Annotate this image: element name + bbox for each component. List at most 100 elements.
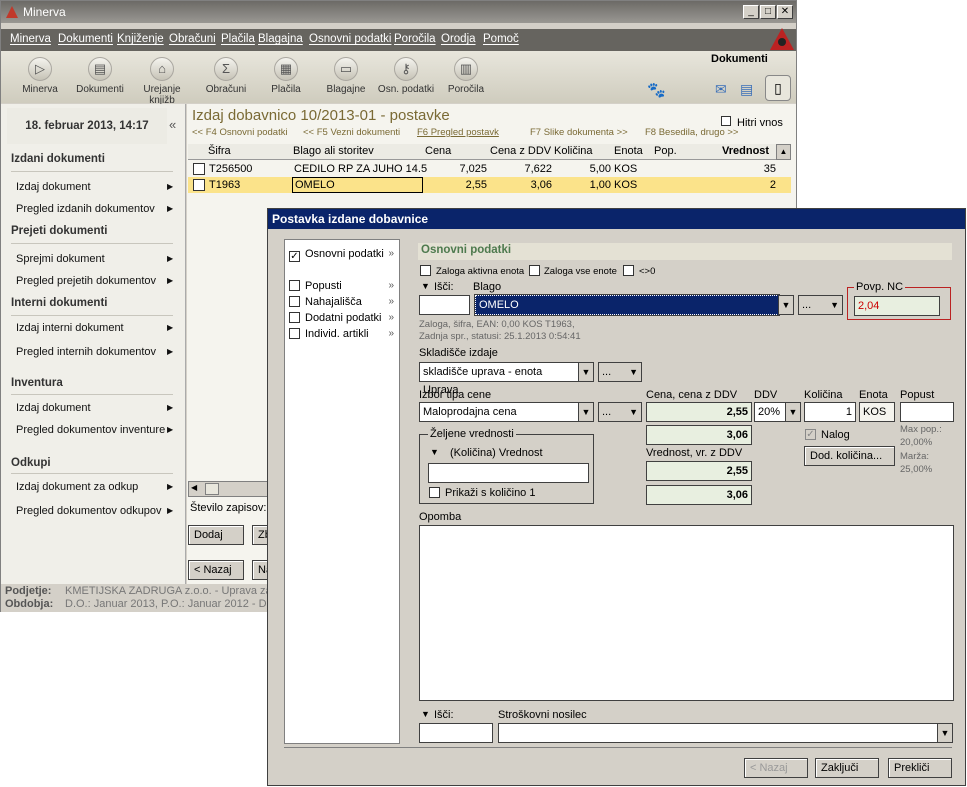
tip-cene-select[interactable]: Maloprodajna cena [419,402,579,422]
dod-kolicina-button[interactable]: Dod. količina... [804,446,895,466]
caret-down-icon[interactable]: ▼ [430,447,439,457]
nav-link-f5[interactable]: << F5 Vezni dokumenti [303,127,400,138]
blago-select[interactable]: OMELO [474,294,780,316]
vrednost-ddv-field[interactable]: 3,06 [646,485,752,505]
nav-item-pregled-odkupov[interactable]: Pregled dokumentov odkupov [16,505,162,517]
nav-item-izdaj-odkup[interactable]: Izdaj dokument za odkup [16,481,138,493]
paw-icon[interactable]: 🐾 [647,81,666,99]
stroskovni-select[interactable] [498,723,938,743]
tab-dodatni-podatki[interactable]: Dodatni podatki» [289,312,397,324]
quick-entry-checkbox[interactable] [721,116,731,126]
menu-minerva[interactable]: Minerva [10,33,51,45]
menu-placila[interactable]: Plačila [221,33,255,45]
row-checkbox[interactable] [193,179,205,191]
nav-item-izdaj-dokument[interactable]: Izdaj dokument [16,181,91,193]
back-button[interactable]: < Nazaj [188,560,244,580]
col-cena-ddv[interactable]: Cena z DDV [490,145,551,157]
col-kolicina[interactable]: Količina [554,145,593,157]
menu-obracuni[interactable]: Obračuni [169,33,216,45]
nav-link-f7[interactable]: F7 Slike dokumenta >> [530,127,628,138]
message-icon[interactable]: ▤ [740,81,753,98]
nav-item-pregled-izdanih[interactable]: Pregled izdanih dokumentov [16,203,155,215]
popust-field[interactable] [900,402,954,422]
col-enota[interactable]: Enota [614,145,643,157]
tip-cene-more-button[interactable]: ... ▼ [598,402,642,422]
kolicina-field[interactable]: 1 [804,402,856,422]
scroll-left-icon[interactable]: ◀ [191,483,197,492]
nav-item-izdaj-interni[interactable]: Izdaj interni dokument [16,322,124,334]
menu-porocila[interactable]: Poročila [394,33,436,45]
blago-dropdown-icon[interactable]: ▼ [778,295,794,315]
col-cena[interactable]: Cena [425,145,451,157]
col-pop[interactable]: Pop. [654,145,677,157]
row-checkbox[interactable] [193,163,205,175]
prikazi-checkbox[interactable] [429,487,440,498]
mail-icon[interactable]: ✉ [715,81,727,98]
ddv-dropdown-icon[interactable]: ▼ [785,402,801,422]
maximize-button[interactable]: □ [760,5,776,19]
toolbar-obracuni[interactable]: Σ Obračuni [195,51,257,95]
tab-popusti[interactable]: Popusti» [289,280,397,292]
skladisce-select[interactable]: skladišče uprava - enota Uprava [419,362,579,396]
toolbar-placila[interactable]: ▦ Plačila [255,51,317,95]
toolbar-minerva[interactable]: ▷ Minerva [9,51,71,95]
documents-tab-icon[interactable]: ▯ [765,75,791,101]
tab-osnovni-podatki[interactable]: ✓ Osnovni podatki» [289,248,397,262]
nalog-checkbox[interactable]: ✓ [805,429,816,440]
search-input[interactable] [419,295,470,315]
toolbar-porocila[interactable]: ▥ Poročila [435,51,497,95]
cena-ddv-field[interactable]: 3,06 [646,425,752,445]
scroll-up-icon[interactable]: ▲ [776,144,791,160]
dialog-back-button[interactable]: < Nazaj [744,758,808,778]
zeljena-vrednost-input[interactable] [428,463,589,483]
nonzero-checkbox[interactable] [623,265,634,276]
nav-link-f8[interactable]: F8 Besedila, drugo >> [645,127,738,138]
zaloga-aktivna-checkbox[interactable] [420,265,431,276]
skladisce-more-button[interactable]: ... ▼ [598,362,642,382]
tab-checkbox[interactable] [289,296,300,307]
nav-item-pregled-prejetih[interactable]: Pregled prejetih dokumentov [16,275,156,287]
toolbar-blagajne[interactable]: ▭ Blagajne [315,51,377,95]
dialog-cancel-button[interactable]: Prekliči [888,758,952,778]
col-sifra[interactable]: Šifra [208,145,231,157]
tab-checkbox[interactable] [289,280,300,291]
tab-individ-artikli[interactable]: Individ. artikli» [289,328,397,340]
nav-link-f4[interactable]: << F4 Osnovni podatki [192,127,288,138]
toolbar-urejanje-knjizb[interactable]: ⌂ Urejanje knjižb [131,51,193,106]
nav-item-pregled-internih[interactable]: Pregled internih dokumentov [16,346,156,358]
toolbar-osn-podatki[interactable]: ⚷ Osn. podatki [375,51,437,95]
toolbar-dokumenti[interactable]: ▤ Dokumenti [69,51,131,95]
tab-checkbox[interactable] [289,312,300,323]
tab-checkbox[interactable]: ✓ [289,251,300,262]
caret-down-icon[interactable]: ▼ [421,709,430,719]
minimize-button[interactable]: _ [743,5,759,19]
menu-dokumenti[interactable]: Dokumenti [58,33,113,45]
menu-orodja[interactable]: Orodja [441,33,476,45]
collapse-sidebar-icon[interactable]: « [169,117,176,132]
skladisce-dropdown-icon[interactable]: ▼ [578,362,594,382]
blago-more-button[interactable]: ... ▼ [798,295,843,315]
close-button[interactable]: ✕ [777,5,793,19]
tab-nahajalisca[interactable]: Nahajališča» [289,296,397,308]
menu-blagajna[interactable]: Blagajna [258,33,303,45]
menu-knjizenje[interactable]: Knjiženje [117,33,164,45]
vrednost-field[interactable]: 2,55 [646,461,752,481]
menu-osnovni-podatki[interactable]: Osnovni podatki [309,33,391,45]
cena-field[interactable]: 2,55 [646,402,752,422]
tab-checkbox[interactable] [289,328,300,339]
zaloga-vse-checkbox[interactable] [529,265,540,276]
add-button[interactable]: Dodaj [188,525,244,545]
nav-link-f6[interactable]: F6 Pregled postavk [417,127,499,138]
col-blago[interactable]: Blago ali storitev [293,145,374,157]
table-row[interactable]: T256500 CEDILO RP ZA JUHO 14.5 7,025 7,6… [188,161,791,177]
scroll-thumb[interactable] [205,483,219,495]
caret-down-icon[interactable]: ▼ [421,281,430,291]
stroskovni-dropdown-icon[interactable]: ▼ [937,723,953,743]
nav-item-pregled-inventure[interactable]: Pregled dokumentov inventure [16,424,165,436]
menu-pomoc[interactable]: Pomoč [483,33,519,45]
col-vrednost[interactable]: Vrednost [722,145,769,157]
stroskovni-search-input[interactable] [419,723,493,743]
tip-cene-dropdown-icon[interactable]: ▼ [578,402,594,422]
nav-item-izdaj-dokument-inv[interactable]: Izdaj dokument [16,402,91,414]
dialog-finish-button[interactable]: Zaključi [815,758,879,778]
